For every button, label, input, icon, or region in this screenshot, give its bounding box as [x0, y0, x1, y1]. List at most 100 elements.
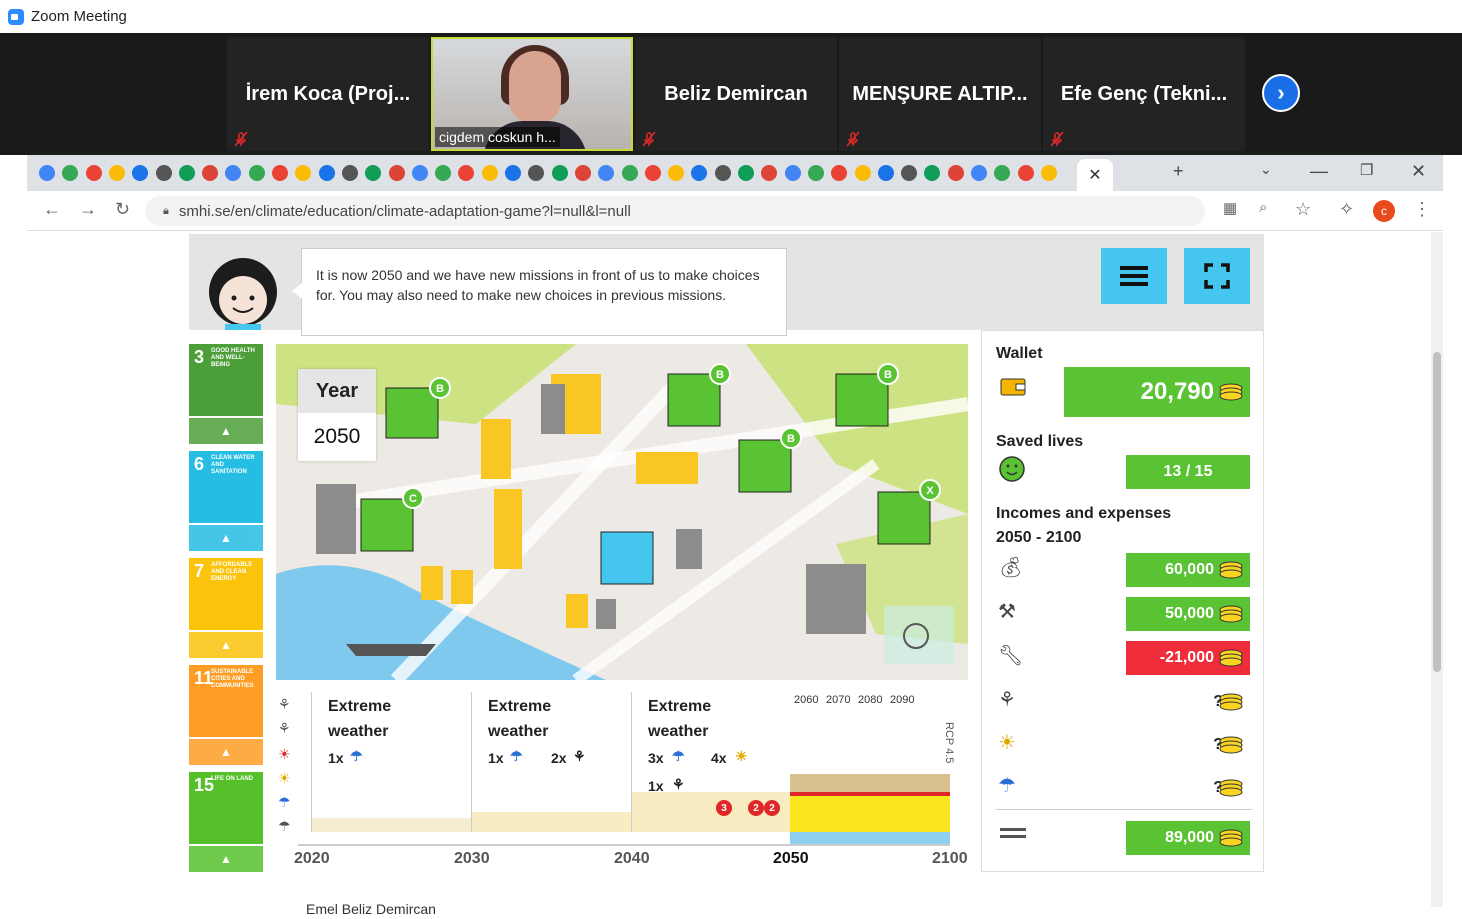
- pinned-tab-favicon[interactable]: [411, 165, 428, 181]
- tab-search-icon[interactable]: ⌄: [1260, 161, 1272, 178]
- muted-mic-icon: [846, 131, 860, 147]
- participant-tile[interactable]: Efe Genç (Tekni...: [1043, 37, 1245, 151]
- sdg-card[interactable]: 11 SUSTAINABLE CITIES AND COMMUNITIES ▲: [189, 665, 263, 765]
- pinned-tab-favicon[interactable]: [202, 165, 219, 181]
- pinned-tab-favicon[interactable]: [388, 165, 405, 181]
- map-marker-badge[interactable]: B: [709, 363, 731, 385]
- sdg-expand-button[interactable]: ▲: [189, 739, 263, 765]
- pinned-tab-favicon[interactable]: [1017, 165, 1034, 181]
- pinned-tab-favicon[interactable]: [971, 165, 987, 181]
- menu-kebab-icon[interactable]: ⋮: [1413, 199, 1431, 220]
- pinned-tab-favicon[interactable]: [108, 165, 125, 181]
- back-icon[interactable]: ←: [43, 199, 61, 220]
- qr-icon[interactable]: ▦: [1223, 199, 1237, 217]
- event-count-badge: 3: [716, 800, 732, 816]
- profile-avatar[interactable]: c: [1373, 200, 1395, 222]
- participant-video-tile[interactable]: cigdem coskun h...: [431, 37, 633, 151]
- sdg-badge: 6 CLEAN WATER AND SANITATION: [189, 451, 263, 523]
- pinned-tab-favicon[interactable]: [272, 165, 288, 181]
- pinned-tab-favicon[interactable]: [854, 165, 871, 181]
- map-marker-badge[interactable]: X: [919, 479, 941, 501]
- map-marker-badge[interactable]: B: [429, 377, 451, 399]
- sdg-expand-button[interactable]: ▲: [189, 525, 263, 551]
- pinned-tab-favicon[interactable]: [738, 165, 754, 181]
- scrollbar-thumb[interactable]: [1433, 352, 1441, 672]
- pinned-tab-favicon[interactable]: [435, 165, 452, 181]
- map-marker-badge[interactable]: C: [402, 487, 424, 509]
- coins-icon: [1219, 779, 1243, 797]
- lock-icon: 🔒︎: [163, 204, 169, 217]
- pinned-tab-favicon[interactable]: [807, 165, 824, 181]
- new-tab-button[interactable]: +: [1173, 161, 1184, 182]
- pinned-tab-favicon[interactable]: [691, 165, 708, 181]
- close-window-button[interactable]: ✕: [1411, 161, 1426, 182]
- pinned-tab-favicon[interactable]: [831, 165, 848, 181]
- pinned-tab-favicon[interactable]: [644, 165, 661, 181]
- next-participants-button[interactable]: ›: [1262, 74, 1300, 112]
- tab-close-icon[interactable]: ✕: [1088, 165, 1101, 185]
- pinned-tab-favicon[interactable]: [947, 165, 964, 181]
- menu-button[interactable]: [1101, 248, 1167, 304]
- pinned-tab-favicon[interactable]: [225, 165, 242, 181]
- extensions-icon[interactable]: ✧: [1339, 199, 1354, 220]
- pinned-tab-favicon[interactable]: [318, 165, 335, 181]
- pinned-tab-favicon[interactable]: [365, 165, 382, 181]
- forward-icon[interactable]: →: [79, 199, 97, 220]
- pinned-tab-favicon[interactable]: [62, 165, 79, 181]
- city-map[interactable]: B B B B C X: [276, 344, 968, 680]
- sdg-expand-button[interactable]: ▲: [189, 418, 263, 444]
- pinned-tab-favicon[interactable]: [551, 165, 568, 181]
- map-marker-badge[interactable]: B: [780, 427, 802, 449]
- sdg-card[interactable]: 3 GOOD HEALTH AND WELL-BEING ▲: [189, 344, 263, 444]
- pinned-tab-favicon[interactable]: [714, 165, 731, 181]
- map-marker-badge[interactable]: B: [877, 363, 899, 385]
- pinned-tab-favicon[interactable]: [458, 165, 475, 181]
- reload-icon[interactable]: ↻: [115, 199, 130, 220]
- timeline[interactable]: ⚘ ⚘ ☀ ☀ ☂ ☂ Extreme weather 1x ☂ Extreme w…: [276, 692, 968, 874]
- pinned-tab-favicon[interactable]: [132, 165, 149, 181]
- page-scrollbar[interactable]: [1431, 232, 1443, 907]
- rain-icon: ☂: [672, 748, 685, 764]
- participant-tile[interactable]: Beliz Demircan: [635, 37, 837, 151]
- sdg-card[interactable]: 7 AFFORDABLE AND CLEAN ENERGY ▲: [189, 558, 263, 658]
- sdg-expand-button[interactable]: ▲: [189, 846, 263, 872]
- pinned-tab-favicon[interactable]: [178, 165, 195, 181]
- pinned-tab-favicon[interactable]: [598, 165, 615, 181]
- smiley-icon: [999, 456, 1025, 482]
- sdg-card[interactable]: 6 CLEAN WATER AND SANITATION ▲: [189, 451, 263, 551]
- pinned-tab-favicon[interactable]: [481, 165, 498, 181]
- url-input[interactable]: 🔒︎ smhi.se/en/climate/education/climate-…: [145, 196, 1205, 226]
- pinned-tab-favicon[interactable]: [668, 165, 685, 181]
- bookmark-star-icon[interactable]: ☆: [1295, 199, 1311, 220]
- pinned-tab-favicon[interactable]: [621, 165, 638, 181]
- pinned-tab-favicon[interactable]: [784, 165, 801, 181]
- pinned-tab-favicon[interactable]: [505, 165, 521, 181]
- active-tab[interactable]: ✕: [1077, 159, 1113, 191]
- minimize-button[interactable]: —: [1310, 161, 1328, 182]
- sdg-card[interactable]: 15 LIFE ON LAND ▲: [189, 772, 263, 872]
- pinned-tab-favicon[interactable]: [901, 165, 918, 181]
- sdg-expand-button[interactable]: ▲: [189, 632, 263, 658]
- pinned-tab-favicon[interactable]: [574, 165, 591, 181]
- pinned-tab-favicon[interactable]: [1040, 165, 1057, 181]
- pinned-tab-favicon[interactable]: [295, 165, 312, 181]
- pinned-tab-favicon[interactable]: [528, 165, 545, 181]
- timeline-period[interactable]: Extreme weather 3x ☂ 4x ☀ 1x ⚘ 3 2 2: [631, 692, 792, 832]
- fullscreen-button[interactable]: [1184, 248, 1250, 304]
- pinned-tab-favicon[interactable]: [924, 165, 941, 181]
- zoom-icon[interactable]: ⌕: [1259, 199, 1267, 216]
- pinned-tab-favicon[interactable]: [39, 165, 55, 181]
- restore-button[interactable]: ❐: [1360, 161, 1373, 179]
- pinned-tab-favicon[interactable]: [155, 165, 172, 181]
- pinned-tab-favicon[interactable]: [341, 165, 358, 181]
- participant-tile[interactable]: MENŞURE ALTIP...: [839, 37, 1041, 151]
- timeline-period[interactable]: Extreme weather 1x ☂: [311, 692, 472, 832]
- pinned-tab-favicon[interactable]: [248, 165, 265, 181]
- participant-tile[interactable]: İrem Koca (Proj...: [227, 37, 429, 151]
- pinned-tab-favicon[interactable]: [877, 165, 894, 181]
- timeline-period[interactable]: Extreme weather 1x ☂ 2x ⚘: [471, 692, 632, 832]
- pinned-tab-favicon[interactable]: [994, 165, 1011, 181]
- pinned-tab-favicon[interactable]: [761, 165, 778, 181]
- amount-value: 60,000: [1126, 553, 1250, 587]
- pinned-tab-favicon[interactable]: [85, 165, 102, 181]
